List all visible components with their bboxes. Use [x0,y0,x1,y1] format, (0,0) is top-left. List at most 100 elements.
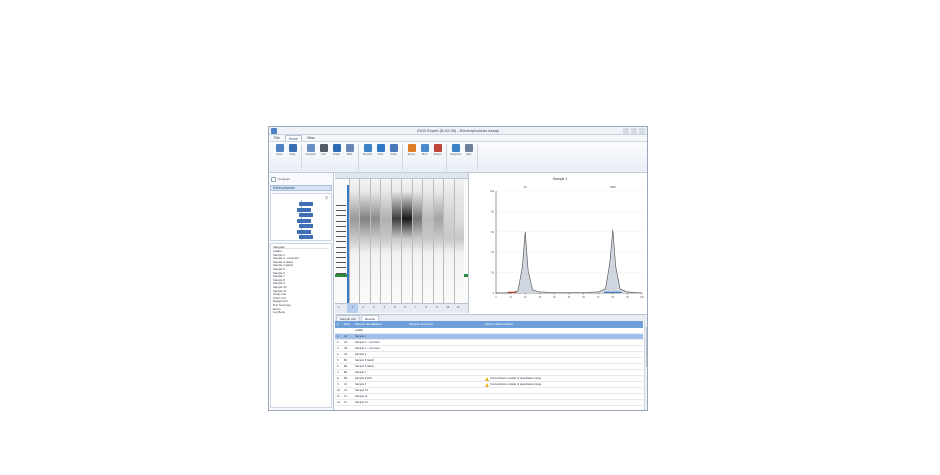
ladder-band [336,241,346,243]
column-header[interactable]: # [337,321,339,328]
lane-label[interactable]: 9 [436,306,437,309]
gel-icon [319,144,328,152]
gel-lane[interactable] [390,179,401,303]
table-scrollbar-thumb[interactable] [645,327,647,367]
gel-lane[interactable] [443,179,454,303]
x-tick-label: 0 [495,297,497,299]
ribbon-label: Compare [305,153,316,156]
compare-button[interactable]: Compare [305,144,316,156]
x-tick-label: 50 [568,297,571,299]
x-tick-label: 60 [582,297,585,299]
lane-label[interactable]: 11 [457,306,460,309]
gel-lane[interactable] [411,179,422,303]
column-header[interactable]: Alerts / Observations [485,321,513,328]
menu-tab-home[interactable]: Home [284,135,302,141]
help-button[interactable]: Help [463,144,474,156]
context-checkbox[interactable] [271,176,276,182]
ribbon-label: Results [363,153,372,156]
tree-node[interactable] [299,213,313,217]
gel-button[interactable]: Gel [318,144,329,156]
lane-label[interactable]: 3 [373,306,374,309]
print-icon [420,144,429,152]
ribbon-group-1: Open Save [271,144,302,170]
lane-label[interactable]: 4 [384,306,385,309]
gel-view: L 1 2 3 4 5 6 7 8 9 10 11 [335,173,469,313]
gel-lane[interactable] [380,179,391,303]
table-button[interactable]: Table [344,144,355,156]
lane-label[interactable]: 8 [426,306,427,309]
lane-label[interactable]: 2 [363,306,364,309]
lane-label[interactable]: 7 [415,306,416,309]
menu-tab-file[interactable]: File [271,135,283,141]
table-header: # Well Sample Name Status Sample Comment Aler… [335,321,643,328]
ladder-band [336,246,346,248]
ladder-band [336,231,346,232]
lane-label[interactable]: 6 [405,306,406,309]
left-panel: Contexts Electrophoresis ⚲ Samples Ladde… [269,173,334,410]
report-button[interactable]: Report [432,144,443,156]
column-header[interactable]: Sample Comment [409,321,433,328]
search-icon[interactable]: ⚲ [325,195,328,200]
scale-button[interactable]: Scale [388,144,399,156]
lane-label[interactable]: 1 [352,306,353,309]
close-button[interactable] [639,128,645,134]
table-row[interactable]: 12 C4 Sample 12 [335,400,643,406]
save-icon [288,144,297,152]
column-header[interactable]: Status [373,321,382,328]
table-cell: 12 [337,401,340,404]
window-controls [623,128,645,134]
y-tick-label: 40 [491,251,494,254]
export-icon [407,144,416,152]
menu-tab-view[interactable]: View [304,135,318,141]
y-tick-label: 100 [490,190,495,193]
print-button[interactable]: Print [419,144,430,156]
ladder-band [336,267,346,269]
peak-label: 1500 [610,186,616,189]
section-header[interactable]: Electrophoresis [270,185,332,191]
menu-bar: File Home View [269,135,647,142]
gel-lane[interactable] [348,179,359,303]
gel-lane[interactable] [453,179,464,303]
lane-label[interactable]: L [338,306,339,309]
ladder-band [336,215,346,217]
ribbon-label: Save [289,153,296,156]
tree-node[interactable] [299,202,313,206]
ladder-band [336,262,346,264]
tree-node[interactable] [297,207,311,212]
open-button[interactable]: Open [274,144,285,156]
export-button[interactable]: Export [406,144,417,156]
gel-lane[interactable] [432,179,443,303]
setpoints-button[interactable]: Setpoints [450,144,461,156]
tree-node[interactable] [297,229,311,234]
ribbon-group-2: Compare Gel Graph Table [302,144,359,170]
series-line [496,229,643,294]
graph-button[interactable]: Graph [331,144,342,156]
gel-lane[interactable] [422,179,433,303]
filter-icon [376,144,385,152]
column-header[interactable]: Sample Name [355,321,374,328]
gel-lane[interactable] [359,179,370,303]
table-scrollbar[interactable] [644,321,647,410]
maximize-button[interactable] [631,128,637,134]
results-button[interactable]: Results [362,144,373,156]
gel-lane[interactable] [401,179,412,303]
gel-image[interactable] [335,179,468,309]
x-tick-label: 90 [626,297,629,299]
electropherogram-chart[interactable]: Sample 1 0 20 40 60 80 100 0 10 20 30 40 50 60 70 80 90 1… [470,173,648,313]
column-header[interactable]: Well [344,321,350,328]
tree-node[interactable] [297,218,311,223]
save-button[interactable]: Save [287,144,298,156]
x-tick-label: 100 [640,297,645,299]
gel-lane[interactable] [369,179,380,303]
ribbon-label: Table [346,153,353,156]
lane-label[interactable]: 10 [447,306,450,309]
compare-icon [306,144,315,152]
tree-node[interactable] [299,235,313,239]
filter-button[interactable]: Filter [375,144,386,156]
sample-list-item[interactable]: Log Book [273,311,329,315]
ladder-lane [336,187,346,309]
table-cell: Sample 12 [355,401,368,404]
minimize-button[interactable] [623,128,629,134]
lane-label[interactable]: 5 [394,306,395,309]
tree-node[interactable] [299,224,313,228]
